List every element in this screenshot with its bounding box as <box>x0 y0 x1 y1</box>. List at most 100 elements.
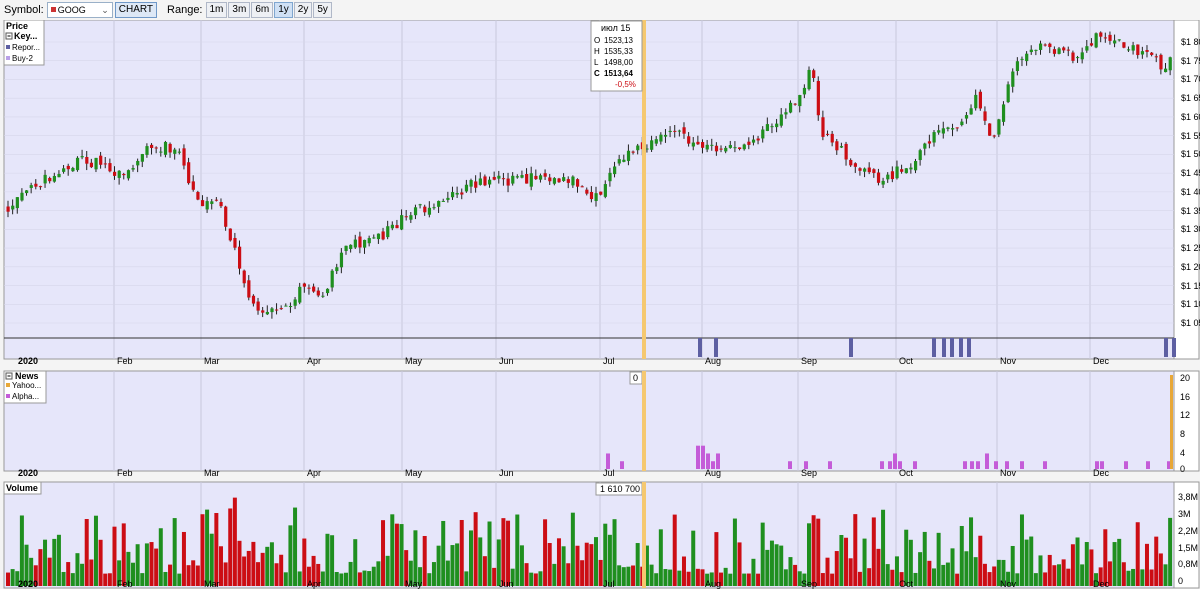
candle-body <box>1071 52 1075 61</box>
candle-body <box>395 225 399 229</box>
news-bar <box>716 453 720 469</box>
range-5y-button[interactable]: 5y <box>313 2 332 18</box>
volume-bar <box>603 523 608 586</box>
candle-body <box>738 147 742 150</box>
range-2y-button[interactable]: 2y <box>293 2 313 18</box>
volume-bar <box>932 568 936 586</box>
candle-body <box>1038 43 1043 50</box>
volume-bar <box>681 556 686 586</box>
volume-bar <box>913 572 918 586</box>
candle-body <box>349 244 353 249</box>
candle-body <box>219 201 223 207</box>
candle-body <box>974 94 978 109</box>
news-bar <box>880 461 884 469</box>
chart-area[interactable]: $1 80 $1 75 $1 70 $1 65 $1 60 $1 55 $1 5… <box>0 20 1200 589</box>
news-bar <box>1146 461 1150 469</box>
volume-bar <box>686 571 691 586</box>
volume-bar <box>779 545 784 586</box>
candle-body <box>710 144 714 146</box>
candle-body <box>187 162 191 184</box>
range-1m-button[interactable]: 1m <box>205 2 228 18</box>
candle-body <box>409 215 413 220</box>
month-label: Apr <box>307 356 321 366</box>
volume-bar <box>1052 565 1057 586</box>
candle-body <box>302 283 307 287</box>
candle-body <box>622 159 626 162</box>
candle-body <box>617 159 621 164</box>
volume-bar <box>371 566 376 586</box>
candle-body <box>1006 84 1010 103</box>
report-marker <box>1164 338 1168 357</box>
range-1y-button[interactable]: 1y <box>274 2 293 18</box>
volume-bar <box>631 565 636 586</box>
volume-bar <box>543 519 548 586</box>
candle-body <box>844 143 848 160</box>
range-6m-button[interactable]: 6m <box>251 2 274 18</box>
month-label: Aug <box>705 356 721 366</box>
candle-body <box>1089 43 1094 46</box>
news-panel: 20 16 12 8 4 0 2020 Feb Mar Apr May Jun … <box>3 370 1200 478</box>
candle-body <box>613 166 617 175</box>
range-3m-button[interactable]: 3m <box>228 2 251 18</box>
price-panel-title: Price <box>6 21 28 31</box>
candle-body <box>1020 58 1024 60</box>
candle-body <box>376 233 381 240</box>
candle-body <box>307 287 311 289</box>
chevron-down-icon[interactable]: ⌄ <box>101 3 109 17</box>
volume-bar <box>783 569 788 586</box>
candle-body <box>136 160 140 166</box>
chart-button[interactable]: CHART <box>114 2 158 18</box>
candle-body <box>25 190 29 194</box>
price-tick: $1 65 <box>1181 93 1200 103</box>
candle-body <box>1122 42 1126 48</box>
volume-bar <box>964 551 969 586</box>
candle-body <box>103 163 107 165</box>
candle-body <box>205 201 209 210</box>
volume-bar <box>487 521 492 586</box>
volume-tick: 0,8M <box>1178 559 1198 569</box>
news-cursor-label: 0 <box>629 371 643 385</box>
candle-body <box>6 206 10 212</box>
candle-body <box>719 148 723 150</box>
volume-bar <box>811 515 816 586</box>
volume-bar <box>56 534 61 586</box>
candle-body <box>284 305 288 307</box>
candle-body <box>538 175 543 180</box>
volume-bar <box>228 508 233 586</box>
candle-body <box>571 176 575 186</box>
candle-body <box>918 150 922 161</box>
volume-bar <box>1103 529 1108 586</box>
candle-body <box>529 173 533 187</box>
month-label: Sep <box>801 356 817 366</box>
candle-body <box>1001 104 1006 122</box>
toolbar: Symbol: GOOG ⌄ CHART Range: 1m 3m 6m 1y … <box>0 0 1200 20</box>
candle-body <box>367 238 371 244</box>
candle-body <box>733 147 737 149</box>
legend-item: Repor... <box>12 43 40 52</box>
volume-bar <box>621 567 626 586</box>
candle-body <box>673 130 677 132</box>
volume-bar <box>524 563 529 586</box>
month-label: May <box>405 356 423 366</box>
news-bar <box>788 461 792 469</box>
volume-bar <box>547 543 552 586</box>
volume-bar <box>441 520 446 586</box>
volume-bar <box>626 566 631 586</box>
candle-body <box>659 134 663 142</box>
volume-bar <box>348 561 353 586</box>
candle-body <box>1011 71 1015 87</box>
candle-body <box>895 166 899 179</box>
news-tick: 0 <box>1180 464 1185 474</box>
candle-body <box>770 126 774 128</box>
volume-bar <box>459 519 464 586</box>
news-bar <box>701 445 705 469</box>
candle-body <box>599 191 603 195</box>
volume-bar <box>793 564 798 586</box>
month-label: Apr <box>307 579 321 589</box>
candle-body <box>960 121 964 126</box>
candle-body <box>372 237 376 239</box>
volume-bar <box>589 544 594 586</box>
candle-body <box>964 115 969 119</box>
candle-body <box>80 156 84 158</box>
symbol-select[interactable]: GOOG ⌄ <box>46 2 113 18</box>
